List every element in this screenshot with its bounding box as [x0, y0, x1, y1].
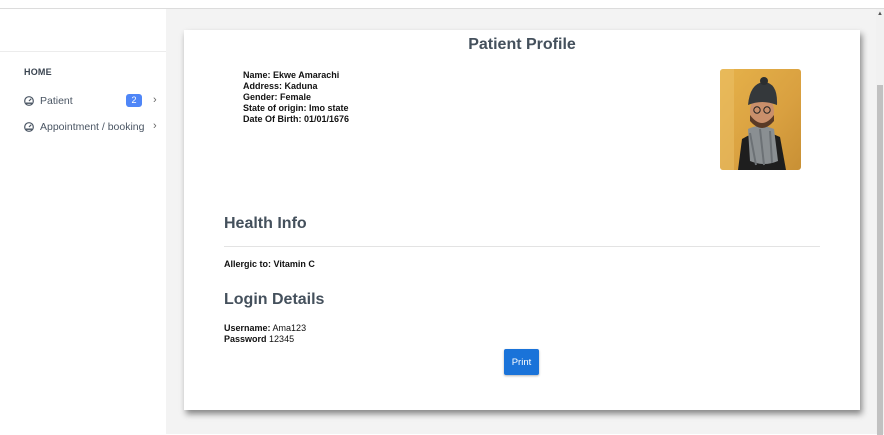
patient-details: Name: Ekwe Amarachi Address: Kaduna Gend… [243, 70, 349, 125]
chevron-right-icon: › [153, 120, 157, 132]
chevron-right-icon: › [153, 94, 157, 106]
patient-name: Name: Ekwe Amarachi [243, 70, 340, 80]
scroll-up-arrow-icon[interactable]: ▲ [876, 11, 884, 17]
sidebar-section-home: HOME [24, 67, 52, 77]
patient-date-of-birth: Date Of Birth: 01/01/1676 [243, 114, 350, 124]
patient-address: Address: Kaduna [243, 81, 318, 91]
username-value: Ama123 [272, 323, 307, 333]
password-row: Password 12345 [224, 334, 294, 345]
patient-gender: Gender: Female [243, 92, 312, 102]
login-details-heading: Login Details [224, 291, 325, 308]
dashboard-gauge-icon [24, 122, 34, 132]
scrollbar-thumb[interactable] [877, 85, 883, 435]
sidebar-item-patient[interactable]: Patient 2 › [0, 91, 166, 111]
sidebar-item-appointment[interactable]: Appointment / booking › [0, 117, 166, 137]
sidebar-item-label: Patient [40, 95, 73, 107]
patient-photo [720, 69, 801, 170]
username-label: Username: [224, 323, 271, 333]
sidebar: HOME Patient 2 › Appointment / booking › [0, 9, 166, 434]
sidebar-item-label: Appointment / booking [40, 121, 145, 133]
username-row: Username: Ama123 [224, 323, 306, 334]
print-button[interactable]: Print [504, 349, 539, 375]
health-info-heading: Health Info [224, 215, 307, 232]
page-title: Patient Profile [468, 36, 576, 53]
dashboard-gauge-icon [24, 96, 34, 106]
patient-state-of-origin: State of origin: Imo state [243, 103, 349, 113]
vertical-scrollbar[interactable]: ▲ [876, 9, 884, 435]
allergy-info: Allergic to: Vitamin C [224, 259, 315, 269]
sidebar-divider [0, 51, 166, 52]
patient-profile-card: Patient Profile Name: Ekwe Amarachi Addr… [184, 30, 860, 410]
section-divider [224, 246, 820, 247]
password-label: Password [224, 334, 267, 344]
patient-count-badge: 2 [126, 94, 142, 107]
password-value: 12345 [269, 334, 295, 344]
